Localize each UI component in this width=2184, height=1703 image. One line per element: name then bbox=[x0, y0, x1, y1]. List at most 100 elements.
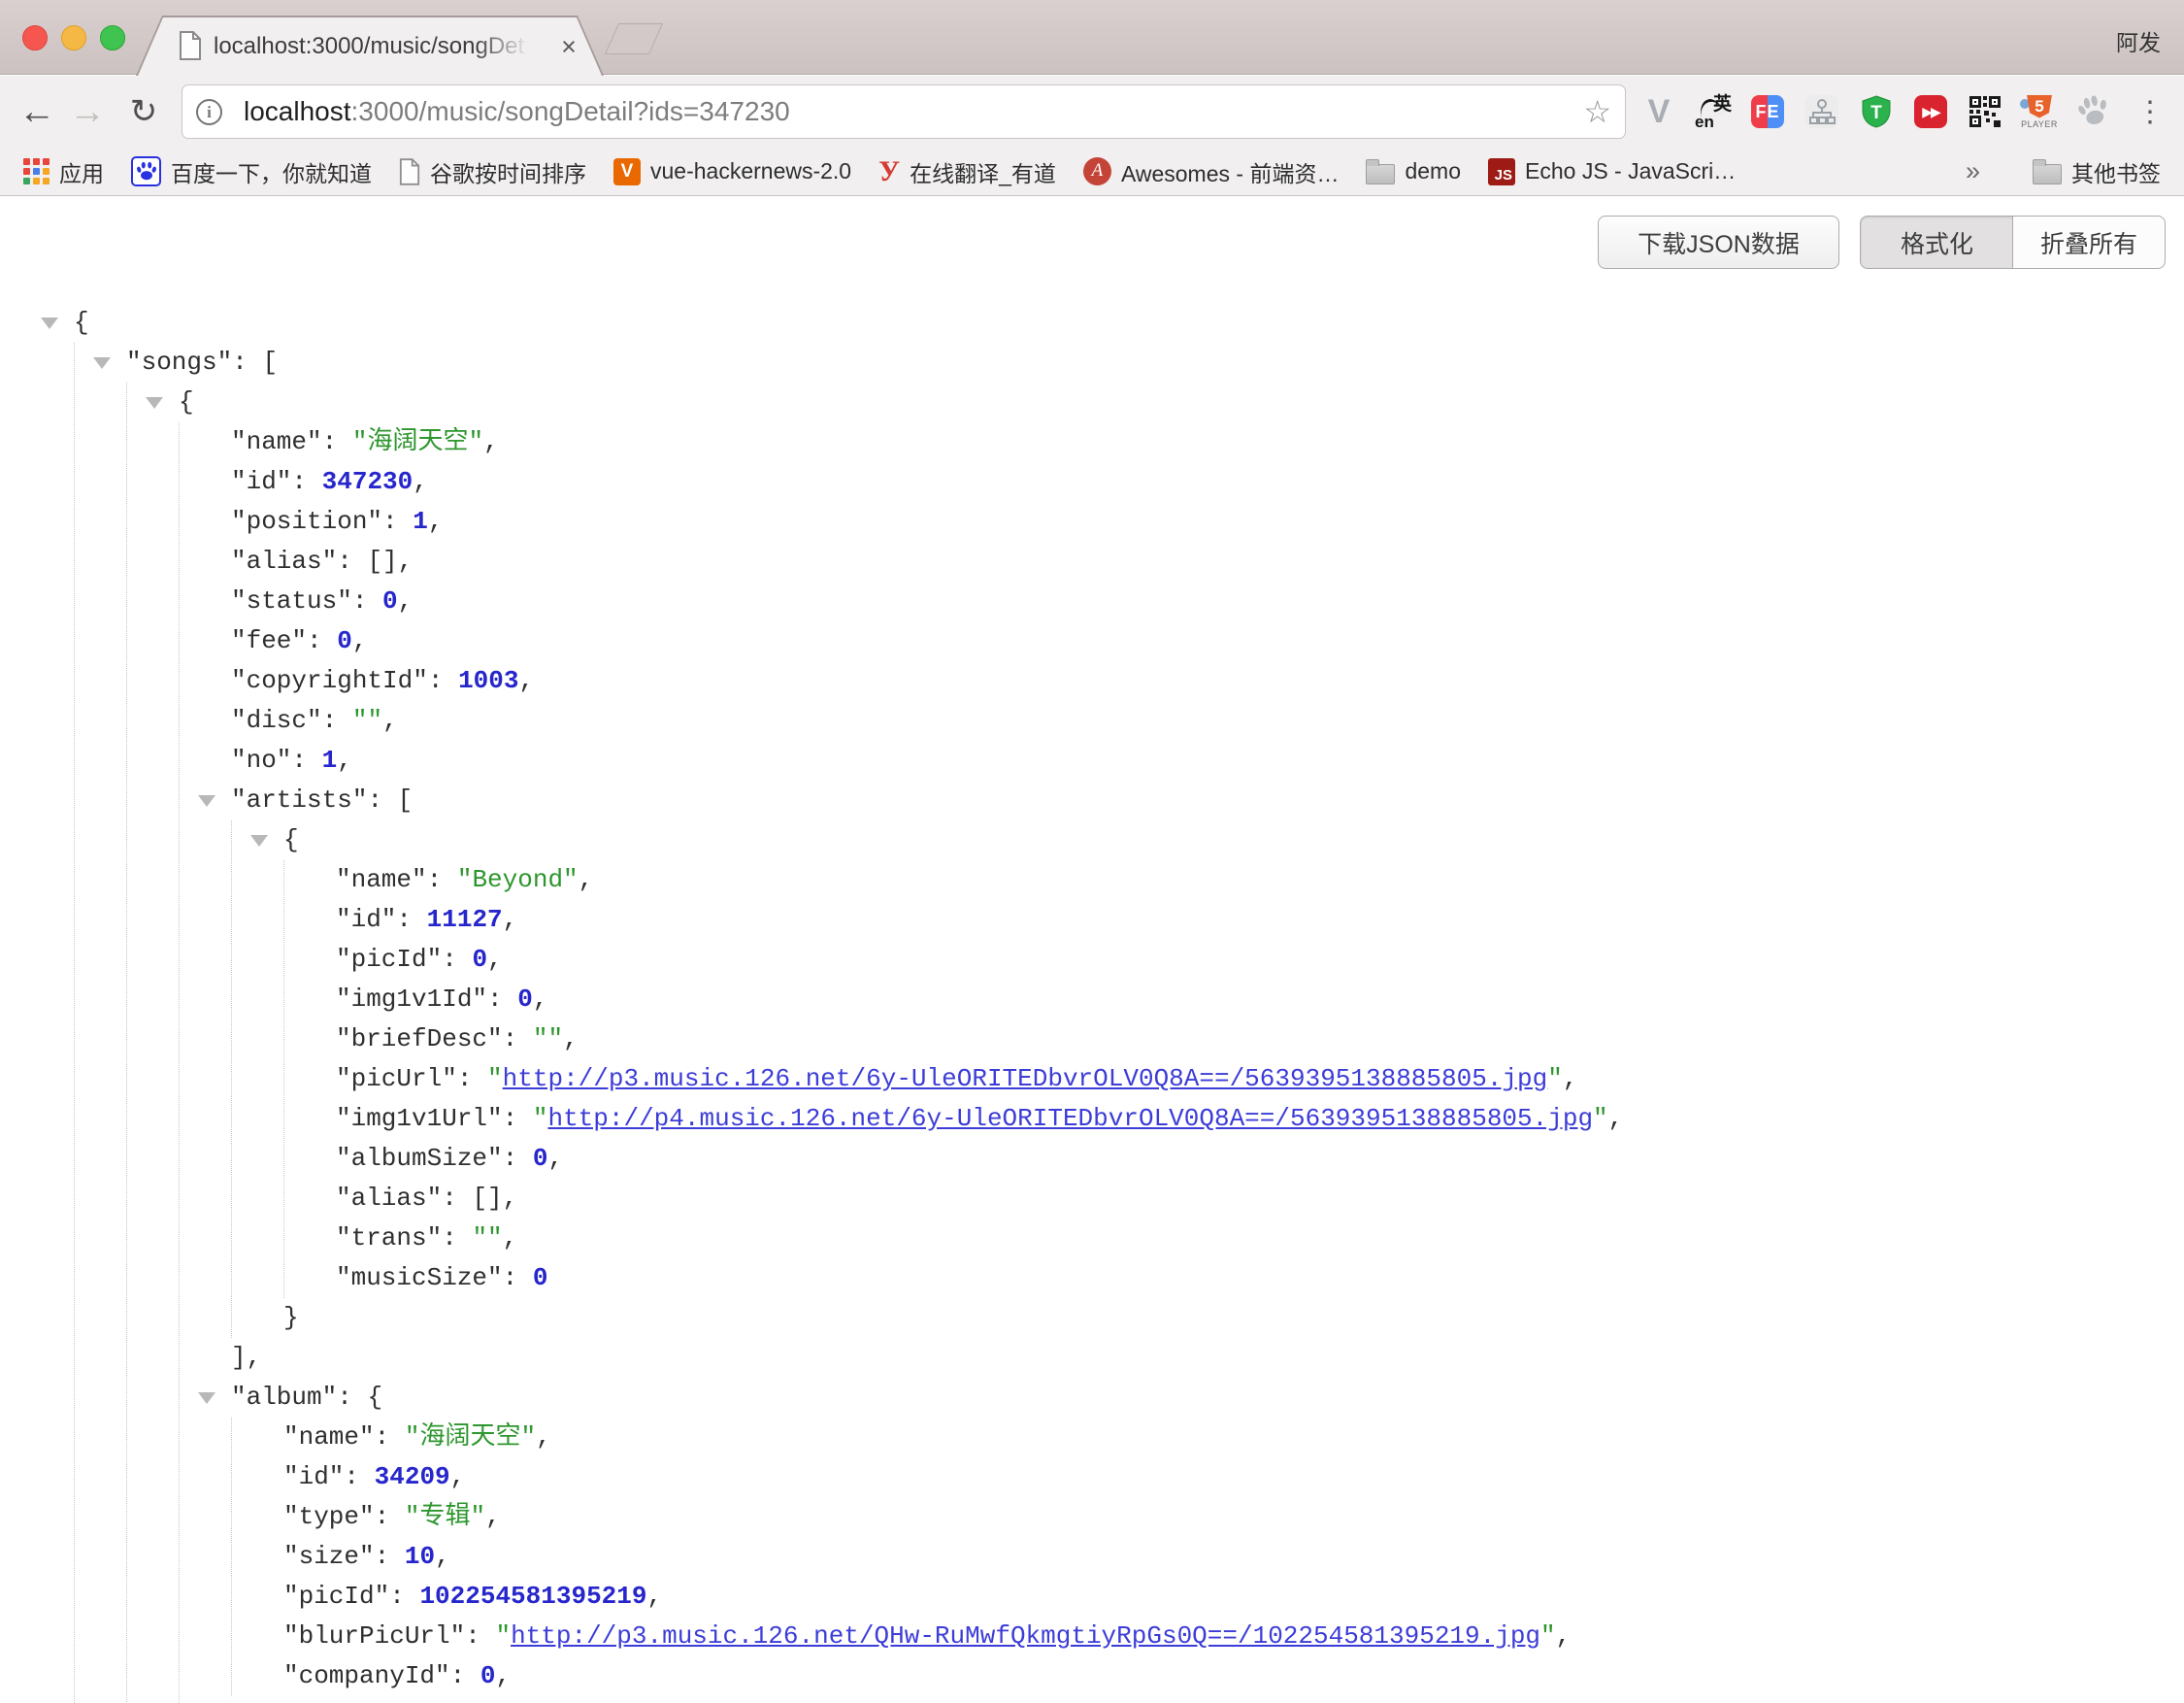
site-info-icon[interactable]: i bbox=[196, 99, 222, 125]
bookmark-vue-hackernews[interactable]: V vue-hackernews-2.0 bbox=[613, 158, 851, 185]
url-bar[interactable]: i localhost:3000/music/songDetail?ids=34… bbox=[182, 84, 1626, 139]
json-line: "briefDesc": "", bbox=[336, 1019, 2184, 1059]
url-path: :3000/music/songDetail?ids=347230 bbox=[351, 96, 790, 126]
json-punctuation: : bbox=[442, 1223, 472, 1252]
svg-text:T: T bbox=[1870, 103, 1882, 123]
vue-devtools-icon[interactable]: V bbox=[1642, 95, 1675, 128]
bookmark-echojs[interactable]: JS Echo JS - JavaScri… bbox=[1488, 158, 1736, 185]
active-tab[interactable]: localhost:3000/music/songDet × bbox=[138, 17, 602, 76]
download-json-button[interactable]: 下载JSON数据 bbox=[1598, 216, 1839, 269]
html5-player-extension-icon[interactable]: 5 PLAYER bbox=[2023, 95, 2056, 128]
collapse-arrow-icon[interactable] bbox=[93, 357, 111, 369]
json-string: " bbox=[1540, 1621, 1556, 1651]
json-punctuation: { bbox=[74, 308, 89, 337]
json-key: "musicSize" bbox=[336, 1263, 503, 1292]
json-punctuation: : bbox=[375, 1422, 405, 1452]
json-punctuation: ], bbox=[231, 1343, 261, 1372]
json-link[interactable]: http://p3.music.126.net/QHw-RuMwfQkmgtiy… bbox=[511, 1621, 1540, 1651]
browser-menu-icon[interactable]: ⋮ bbox=[2137, 76, 2163, 148]
json-punctuation: , bbox=[483, 427, 499, 456]
json-line: "copyrightId": 1003, bbox=[231, 661, 2184, 701]
collapse-arrow-icon[interactable] bbox=[146, 397, 163, 409]
qr-code-extension-icon[interactable] bbox=[1969, 95, 2002, 128]
bookmark-baidu[interactable]: 百度一下，你就知道 bbox=[131, 155, 372, 188]
json-key: "alias" bbox=[336, 1184, 442, 1213]
json-punctuation: : bbox=[450, 1661, 480, 1690]
json-number: 0 bbox=[337, 626, 352, 655]
json-punctuation: , bbox=[503, 1223, 518, 1252]
reload-button[interactable]: ↻ bbox=[118, 76, 169, 148]
translate-extension-icon[interactable]: 英 en bbox=[1697, 95, 1730, 128]
json-string: "" bbox=[533, 1024, 563, 1053]
bookmark-label: 百度一下，你就知道 bbox=[171, 155, 372, 188]
json-punctuation: : bbox=[503, 1144, 533, 1173]
json-key: "briefDesc" bbox=[336, 1024, 503, 1053]
json-key: "alias" bbox=[231, 547, 337, 576]
json-key: "size" bbox=[283, 1542, 375, 1571]
bookmarks-overflow-chevron[interactable]: » bbox=[1966, 156, 1980, 186]
paw-extension-icon[interactable] bbox=[2074, 92, 2113, 131]
collapse-arrow-icon[interactable] bbox=[198, 1392, 215, 1404]
json-punctuation: : bbox=[457, 1064, 487, 1093]
collapse-arrow-icon[interactable] bbox=[198, 795, 215, 807]
collapse-all-button[interactable]: 折叠所有 bbox=[2012, 216, 2166, 269]
bookmark-star-icon[interactable]: ☆ bbox=[1583, 93, 1611, 130]
fe-helper-icon[interactable]: FE bbox=[1751, 95, 1784, 128]
json-line: } bbox=[231, 1696, 2184, 1703]
json-key: "disc" bbox=[231, 706, 322, 735]
json-punctuation: , bbox=[536, 1422, 551, 1452]
bookmark-label: demo bbox=[1405, 158, 1461, 184]
bookmark-google-sort[interactable]: 谷歌按时间排序 bbox=[399, 155, 586, 188]
format-button[interactable]: 格式化 bbox=[1860, 216, 2013, 269]
bookmark-label: 其他书签 bbox=[2071, 155, 2161, 188]
url-host: localhost bbox=[244, 96, 351, 126]
json-children: "name": "海阔天空","id": 34209,"type": "专辑",… bbox=[231, 1418, 2184, 1696]
json-punctuation: , bbox=[503, 1184, 518, 1213]
back-button[interactable]: ← bbox=[12, 76, 62, 148]
youdao-icon: У bbox=[878, 159, 900, 184]
json-key: "id" bbox=[336, 905, 396, 934]
shield-T-extension-icon[interactable]: T bbox=[1860, 95, 1893, 128]
json-punctuation: : bbox=[367, 785, 397, 815]
json-line: "companyId": 0, bbox=[283, 1656, 2184, 1696]
new-tab-button[interactable] bbox=[605, 23, 663, 54]
zoom-window-button[interactable] bbox=[100, 25, 125, 50]
json-tree: {"songs": [{"name": "海阔天空","id": 347230,… bbox=[0, 303, 2184, 1703]
json-key: "img1v1Url" bbox=[336, 1104, 503, 1133]
json-line: "picUrl": "http://p3.music.126.net/6y-Ul… bbox=[336, 1059, 2184, 1099]
bookmark-awesomes[interactable]: A Awesomes - 前端资… bbox=[1083, 155, 1340, 188]
json-number: 1003 bbox=[458, 666, 518, 695]
org-chart-extension-icon[interactable] bbox=[1805, 95, 1838, 128]
json-punctuation: : bbox=[291, 467, 321, 496]
profile-name[interactable]: 阿发 bbox=[2116, 24, 2161, 57]
json-children: "name": "海阔天空","id": 347230,"position": … bbox=[179, 422, 2184, 1703]
close-window-button[interactable] bbox=[22, 25, 48, 50]
collapse-arrow-icon[interactable] bbox=[41, 317, 58, 329]
bookmark-demo-folder[interactable]: demo bbox=[1366, 158, 1461, 184]
minimize-window-button[interactable] bbox=[61, 25, 86, 50]
json-string: " bbox=[487, 1064, 503, 1093]
collapse-arrow-icon[interactable] bbox=[250, 835, 268, 847]
json-punctuation: : bbox=[465, 1621, 495, 1651]
tab-close-icon[interactable]: × bbox=[553, 31, 584, 62]
json-line: "songs": [ bbox=[126, 343, 2184, 383]
json-punctuation: , bbox=[1608, 1104, 1624, 1133]
json-line: "size": 10, bbox=[283, 1537, 2184, 1577]
json-key: "blurPicUrl" bbox=[283, 1621, 465, 1651]
other-bookmarks[interactable]: 其他书签 bbox=[2033, 155, 2161, 188]
json-children: {"name": "Beyond","id": 11127,"picId": 0… bbox=[231, 820, 2184, 1338]
json-line: "img1v1Url": "http://p4.music.126.net/6y… bbox=[336, 1099, 2184, 1139]
json-key: "id" bbox=[231, 467, 291, 496]
bookmark-youdao[interactable]: У 在线翻译_有道 bbox=[878, 155, 1056, 188]
json-line: { bbox=[74, 303, 2184, 343]
json-link[interactable]: http://p3.music.126.net/6y-UleORITEDbvrO… bbox=[503, 1064, 1548, 1093]
json-link[interactable]: http://p4.music.126.net/6y-UleORITEDbvrO… bbox=[547, 1104, 1593, 1133]
bookmark-apps[interactable]: 应用 bbox=[23, 155, 104, 188]
json-number: 102254581395219 bbox=[419, 1582, 646, 1611]
json-number: 1 bbox=[322, 746, 338, 775]
json-punctuation: , bbox=[547, 1144, 563, 1173]
json-punctuation: { bbox=[367, 1383, 382, 1412]
json-key: "songs" bbox=[126, 348, 232, 377]
fast-forward-extension-icon[interactable]: ▶▶ bbox=[1914, 95, 1947, 128]
json-punctuation: : bbox=[503, 1024, 533, 1053]
